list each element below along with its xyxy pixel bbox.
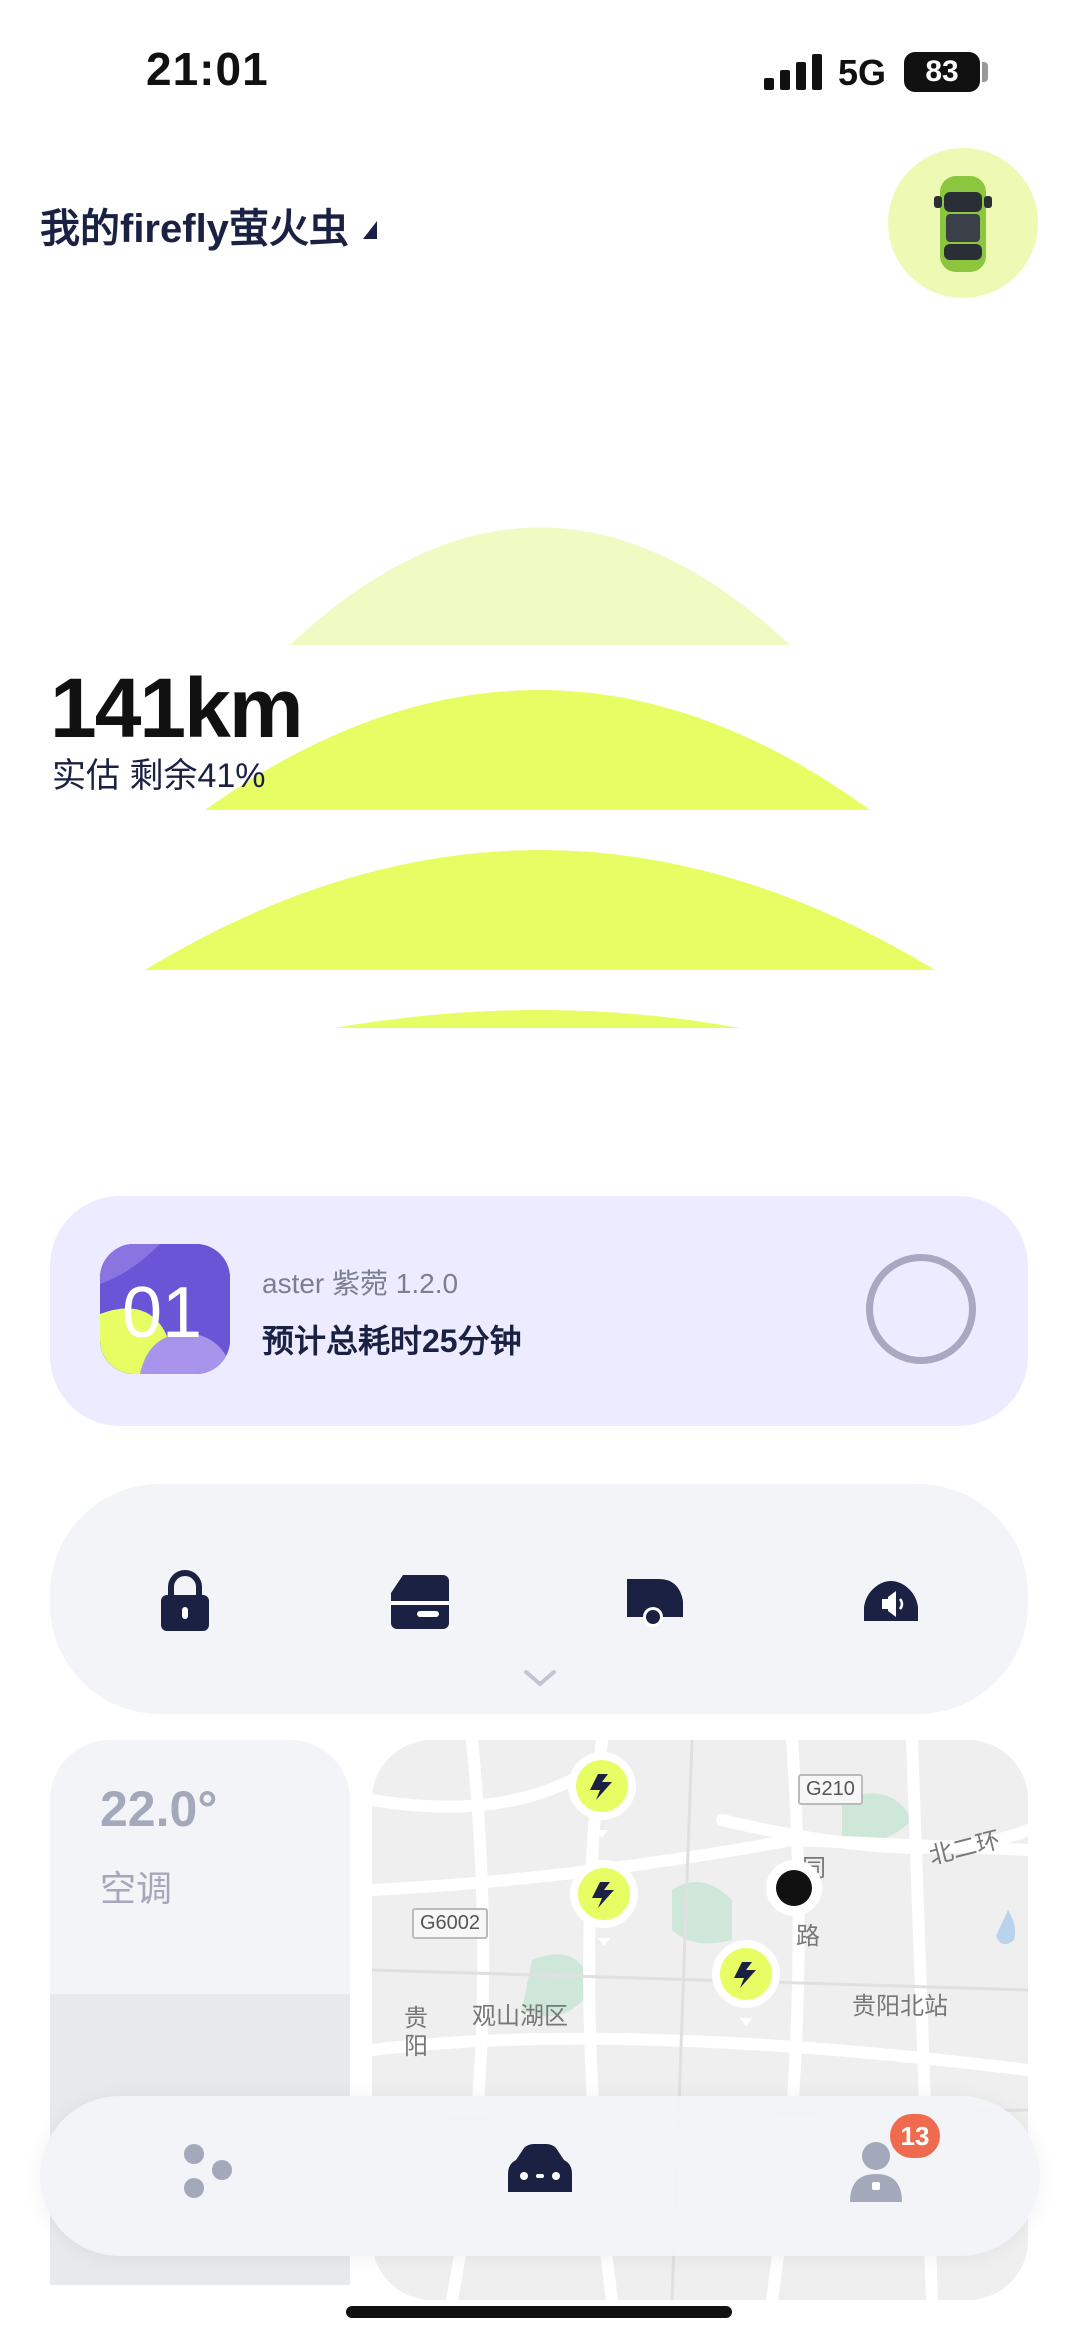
chevron-down-icon[interactable] <box>522 1668 558 1690</box>
update-app-icon: 01 <box>100 1244 230 1374</box>
network-type: 5G <box>838 52 887 93</box>
range-arc-4 <box>335 1010 740 1028</box>
horn-button[interactable] <box>856 1566 926 1636</box>
battery-tip <box>982 62 988 82</box>
car-icon[interactable] <box>502 2140 578 2200</box>
notification-badge: 13 <box>890 2114 940 2158</box>
update-progress-ring[interactable] <box>866 1254 976 1364</box>
climate-temperature: 22.0° <box>100 1781 218 1837</box>
dropdown-icon <box>362 221 377 239</box>
range-arc-1 <box>290 527 790 645</box>
charging-station-icon[interactable] <box>708 1938 784 2028</box>
vehicle-selector[interactable]: 我的firefly萤火虫 <box>40 196 377 254</box>
tailgate-button[interactable] <box>620 1566 690 1636</box>
range-value: 141km <box>50 661 304 755</box>
map-label-yang: 阳 <box>404 2033 428 2060</box>
app-number: 01 <box>122 1273 203 1353</box>
map-label-road2: 路 <box>796 1923 820 1950</box>
charging-station-icon[interactable] <box>566 1858 642 1948</box>
battery-level: 83 <box>904 52 980 92</box>
trunk-button[interactable] <box>386 1566 456 1636</box>
tailgate-icon <box>627 1579 683 1627</box>
charging-station-icon[interactable] <box>564 1750 640 1840</box>
vehicle-title: 我的firefly萤火虫 <box>40 207 349 251</box>
car-top-view-icon <box>934 176 992 272</box>
map-label-station: 贵阳北站 <box>852 1993 948 2020</box>
map-label-g6002: G6002 <box>412 1908 489 1939</box>
home-indicator[interactable] <box>346 2306 732 2318</box>
update-name-version: aster 紫菀 1.2.0 <box>262 1268 459 1299</box>
climate-label: 空调 <box>100 1868 173 1909</box>
lock-button[interactable] <box>150 1566 220 1636</box>
signal-icon <box>764 54 822 90</box>
range-arc-2 <box>205 690 870 810</box>
update-estimated-time: 预计总耗时25分钟 <box>262 1323 522 1359</box>
range-subtitle: 实估 剩余41% <box>52 757 266 795</box>
status-time: 21:01 <box>146 43 269 95</box>
trunk-icon <box>391 1575 449 1629</box>
horn-icon <box>864 1581 918 1621</box>
vehicle-location-icon[interactable] <box>764 1858 824 1918</box>
lock-icon <box>161 1570 209 1631</box>
map-label-g210: G210 <box>798 1774 863 1805</box>
car-avatar[interactable] <box>888 148 1038 298</box>
discover-icon[interactable] <box>176 2136 246 2206</box>
map-label-district: 观山湖区 <box>472 2003 568 2030</box>
range-arc-3 <box>145 850 935 970</box>
